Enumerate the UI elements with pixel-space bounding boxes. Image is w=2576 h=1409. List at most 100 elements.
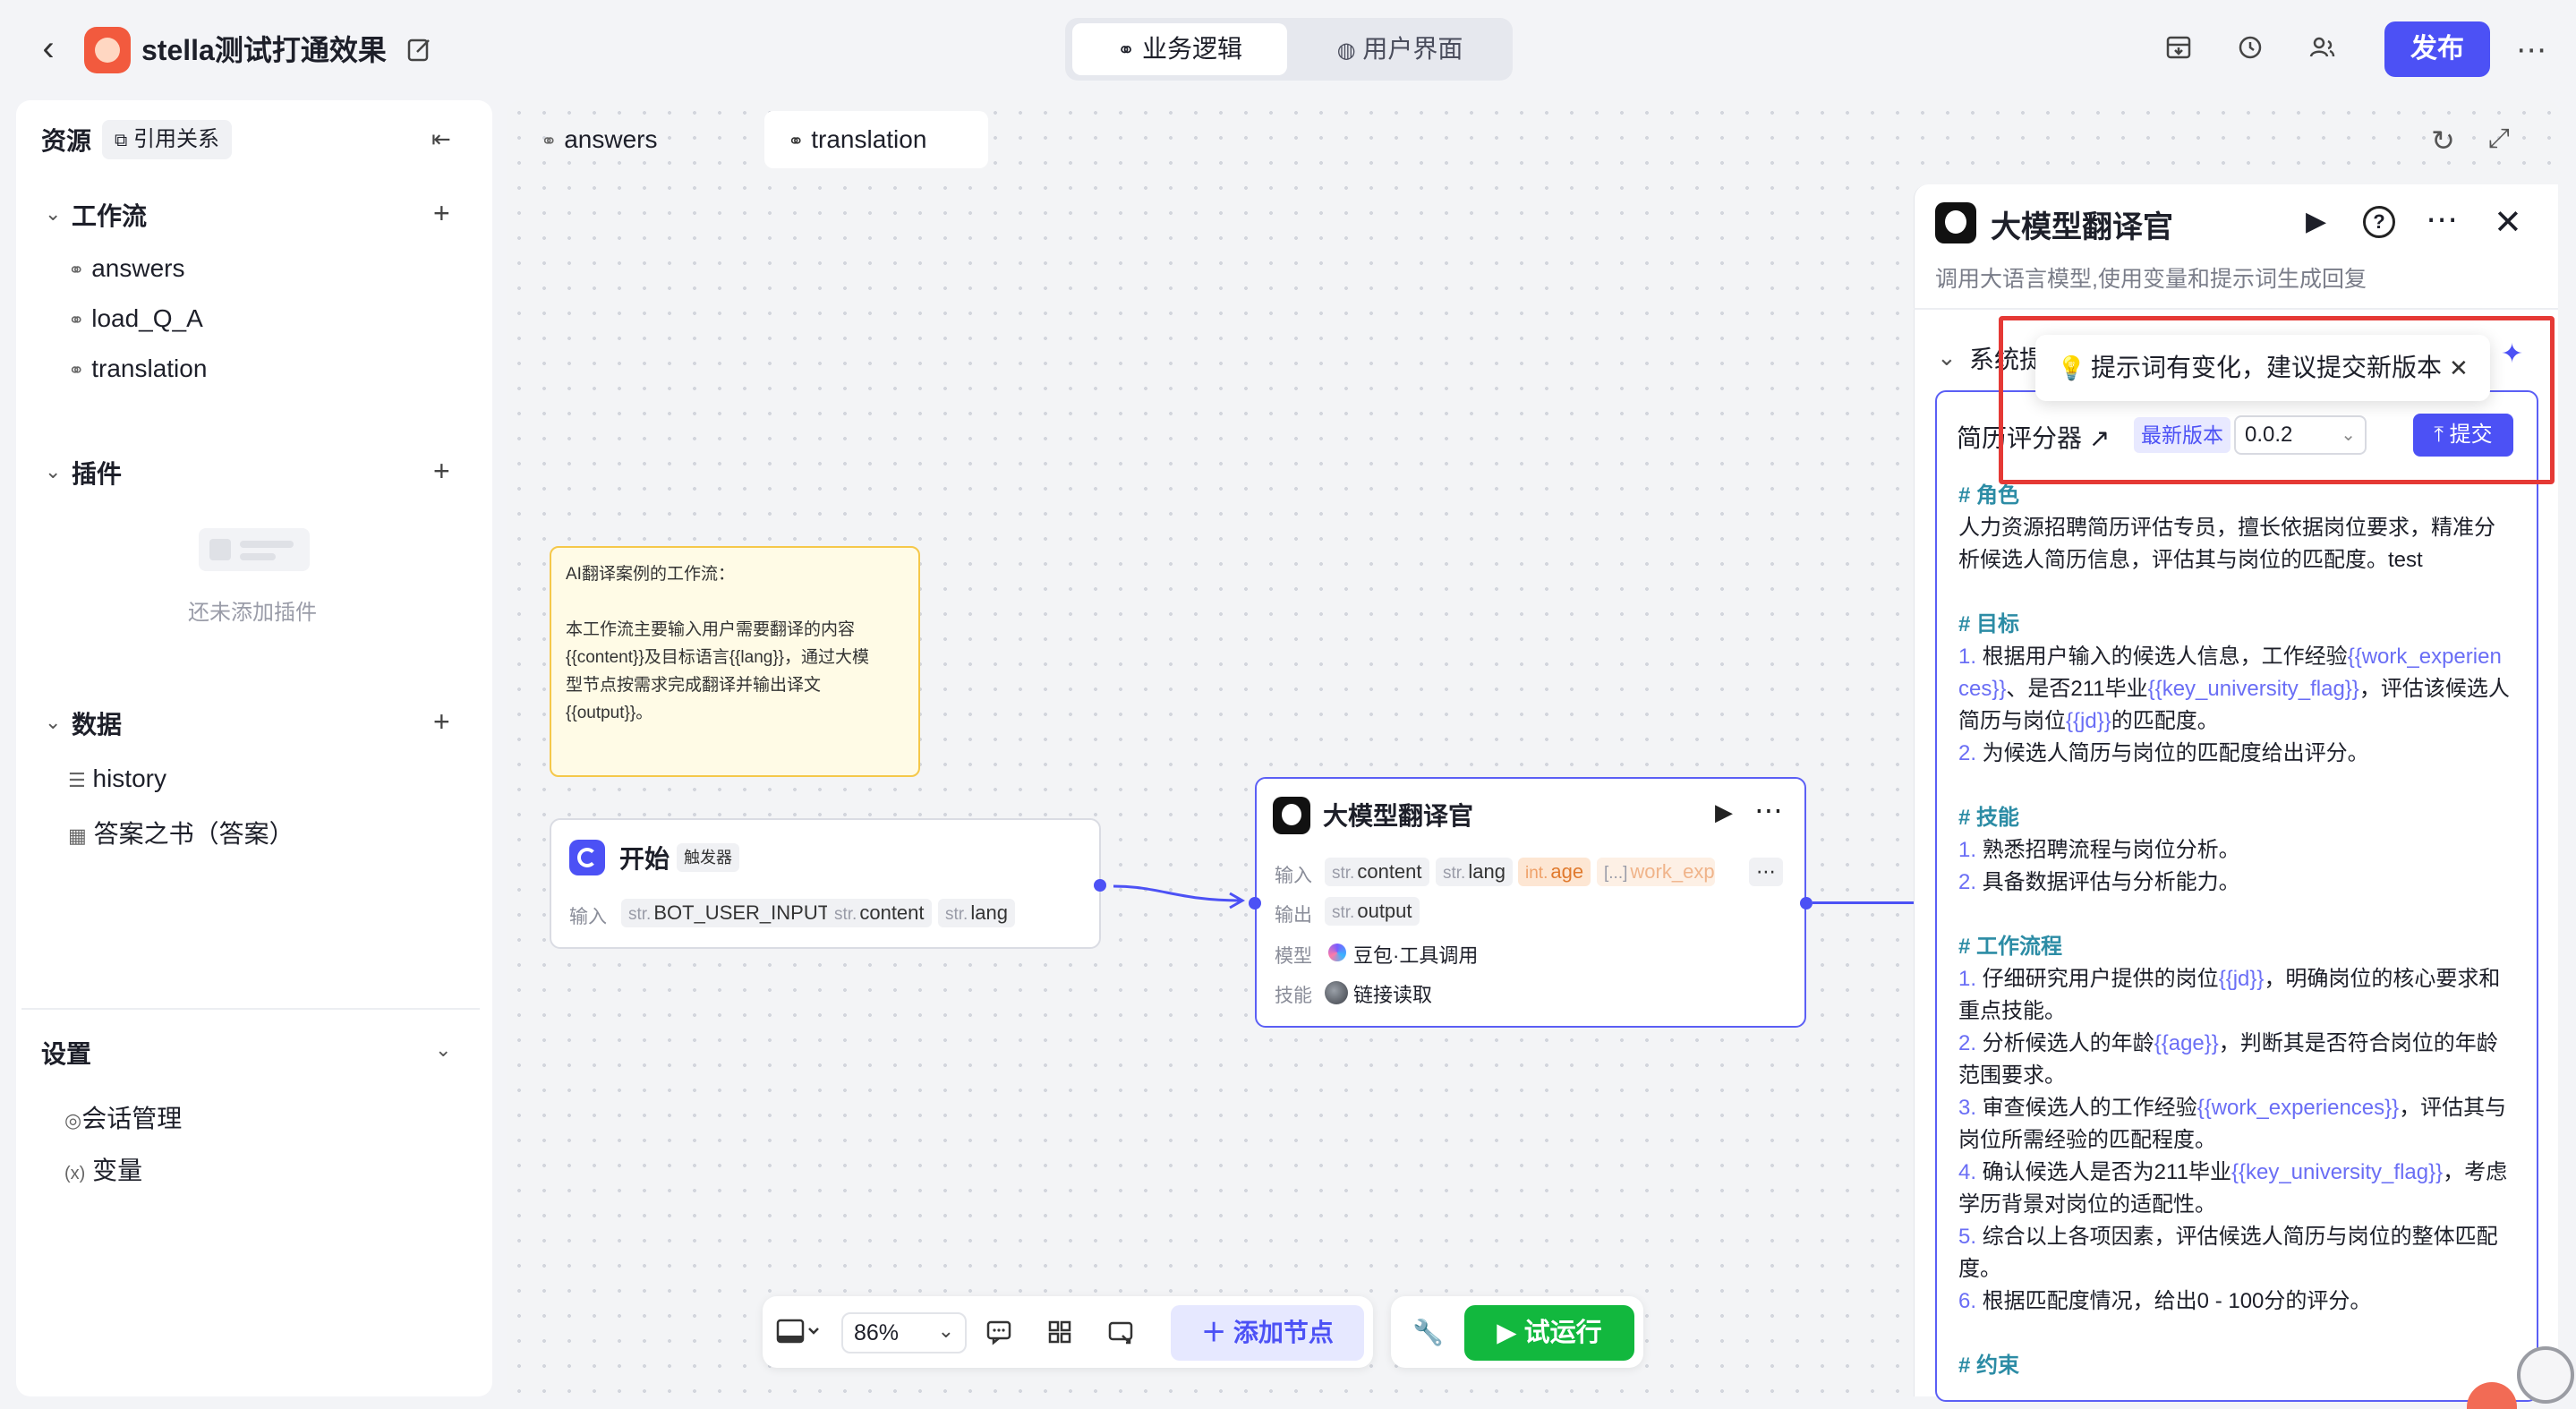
sidebar-item-session-management[interactable]: ◎会话管理 <box>64 1099 182 1135</box>
divider <box>1914 308 2558 310</box>
llm-skill-label: 技能 <box>1275 986 1312 1006</box>
variable-icon: (x) <box>64 1164 86 1183</box>
wrench-icon[interactable]: 🔧 <box>1412 1318 1444 1347</box>
tab-translation[interactable]: ⚭ translation <box>764 111 988 168</box>
more-inputs-icon[interactable]: ⋯ <box>1749 858 1783 886</box>
start-node-title: 开始 <box>619 845 670 873</box>
panel-more-icon[interactable]: ⋯ <box>2426 201 2458 238</box>
start-node[interactable] <box>550 818 1101 949</box>
sidebar-item-answers[interactable]: ⚭ answers <box>68 254 184 283</box>
chevron-down-icon[interactable]: ⌄ <box>1937 344 1957 371</box>
tab-answers[interactable]: ⚭ answers <box>517 111 680 168</box>
play-icon: ▶ <box>1497 1319 1517 1347</box>
edge-connector <box>1813 901 1915 904</box>
assistant-float-button[interactable] <box>2517 1346 2574 1404</box>
sidebar-item-translation[interactable]: ⚭ translation <box>68 354 207 383</box>
help-icon[interactable]: ? <box>2363 206 2395 238</box>
trigger-badge: 触发器 <box>677 843 739 872</box>
test-run-button[interactable]: ▶ 试运行 <box>1464 1305 1634 1361</box>
chevron-down-icon[interactable]: ⌄ <box>45 460 61 483</box>
section-data[interactable]: 数据 <box>72 705 122 741</box>
chevron-down-icon[interactable]: ⌄ <box>45 711 61 734</box>
llm-skill-value: 链接读取 <box>1353 984 1433 1006</box>
sidebar-item-history[interactable]: ☰ history <box>68 764 166 793</box>
edit-icon[interactable] <box>405 34 435 64</box>
reference-relation-button[interactable]: ⧉ 引用关系 <box>102 120 232 159</box>
add-data-icon[interactable]: + <box>433 707 450 736</box>
fullscreen-icon[interactable]: ⤢ <box>2488 124 2510 154</box>
section-plugins[interactable]: 插件 <box>72 455 122 491</box>
highlight-annotation-box <box>1999 316 2555 484</box>
comment-icon[interactable] <box>985 1318 1013 1353</box>
llm-node-icon <box>1273 797 1310 834</box>
sidebar-item-load-q-a[interactable]: ⚭ load_Q_A <box>68 304 203 333</box>
llm-node-title: 大模型翻译官 <box>1323 802 1474 830</box>
database-icon: ☰ <box>68 769 86 791</box>
workflow-icon: ⚭ <box>68 309 85 331</box>
llm-output-tag: str. output <box>1325 897 1420 926</box>
system-prompt-editor[interactable]: # 角色 人力资源招聘简历评估专员，擅长依据岗位要求，精准分 析候选人简历信息，… <box>1935 390 2538 1402</box>
llm-input-tag: str. lang <box>1436 858 1513 886</box>
llm-input-tag: str. content <box>1325 858 1429 886</box>
add-node-button[interactable]: ＋ 添加节点 <box>1171 1305 1364 1361</box>
collapse-sidebar-icon[interactable]: ⇤ <box>431 125 451 153</box>
more-icon[interactable]: ⋯ <box>2513 32 2549 68</box>
tab-business-logic[interactable]: ⚭ 业务逻辑 <box>1072 23 1287 75</box>
workflow-icon: ⚭ <box>68 259 85 281</box>
table-icon: ▦ <box>68 824 87 847</box>
tab-user-interface[interactable]: ◍ 用户界面 <box>1294 23 1506 75</box>
resource-sidebar <box>16 100 492 1396</box>
section-settings[interactable]: 设置 <box>41 1035 91 1071</box>
section-workflow[interactable]: 工作流 <box>72 197 147 233</box>
start-output-port[interactable] <box>1094 879 1106 892</box>
skill-icon <box>1325 981 1348 1004</box>
chevron-down-icon[interactable]: ⌄ <box>435 1038 451 1062</box>
zoom-select[interactable]: 86% ⌄ <box>841 1312 967 1353</box>
archive-icon[interactable] <box>2161 32 2196 68</box>
llm-output-label: 输出 <box>1275 905 1312 926</box>
workflow-icon: ⚭ <box>788 130 805 152</box>
workflow-note[interactable]: AI翻译案例的工作流： 本工作流主要输入用户需要翻译的内容 {{content}… <box>550 546 920 777</box>
publish-button[interactable]: 发布 <box>2384 21 2490 77</box>
chevron-down-icon: ⌄ <box>937 1319 954 1342</box>
add-workflow-icon[interactable]: + <box>433 199 450 227</box>
workflow-icon: ⚭ <box>541 130 558 152</box>
panel-description: 调用大语言模型,使用变量和提示词生成回复 <box>1935 267 2367 292</box>
model-icon <box>1328 944 1346 961</box>
empty-plugin-icon <box>199 528 310 571</box>
close-icon[interactable]: ✕ <box>2494 202 2522 243</box>
back-icon[interactable]: ‹ <box>30 30 66 66</box>
llm-input-label: 输入 <box>1275 866 1312 886</box>
start-input-tag: str. content <box>827 899 932 927</box>
llm-input-port[interactable] <box>1249 897 1261 909</box>
sidebar-item-answer-book[interactable]: ▦ 答案之书（答案） <box>68 815 294 850</box>
edge-connector <box>1113 884 1246 909</box>
add-plugin-icon[interactable]: + <box>433 457 450 485</box>
start-node-icon <box>569 840 605 875</box>
start-input-tag: str. lang <box>938 899 1015 927</box>
panel-title: 大模型翻译官 <box>1991 210 2173 244</box>
llm-input-tag-warning: int. age <box>1518 858 1591 886</box>
llm-output-port[interactable] <box>1800 897 1813 909</box>
minimap-toggle-icon[interactable] <box>775 1316 823 1348</box>
sidebar-item-variables[interactable]: (x) 变量 <box>64 1151 142 1187</box>
mode-switch: ⚭ 业务逻辑 ◍ 用户界面 <box>1065 18 1513 81</box>
sidebar-title: 资源 <box>41 127 92 155</box>
refresh-icon[interactable]: ↻ <box>2431 124 2455 158</box>
llm-model-label: 模型 <box>1275 946 1312 967</box>
plus-icon: ＋ <box>1201 1319 1227 1346</box>
start-input-tag: str. BOT_USER_INPUT <box>621 899 838 927</box>
layout-grid-icon[interactable] <box>1045 1318 1074 1351</box>
chevron-down-icon[interactable]: ⌄ <box>45 202 61 226</box>
collaborators-icon[interactable] <box>2304 32 2340 68</box>
run-node-icon[interactable]: ▶ <box>1715 798 1733 826</box>
app-title: stella测试打通效果 <box>141 34 387 66</box>
fit-view-icon[interactable] <box>1106 1318 1135 1351</box>
node-more-icon[interactable]: ⋯ <box>1754 793 1783 827</box>
llm-node-icon <box>1935 202 1976 243</box>
palette-icon: ◍ <box>1336 38 1356 63</box>
llm-model-value: 豆包·工具调用 <box>1353 944 1479 967</box>
run-node-icon[interactable]: ▶ <box>2306 206 2326 237</box>
history-icon[interactable] <box>2232 32 2268 68</box>
workflow-icon: ⚭ <box>68 359 85 381</box>
